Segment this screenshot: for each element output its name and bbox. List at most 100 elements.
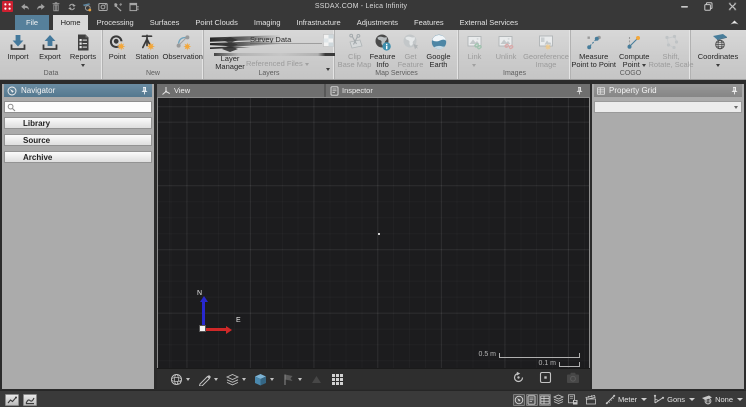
coordinates-button[interactable]: Coordinates: [693, 31, 743, 69]
dropdown-arrow-icon: [214, 378, 218, 381]
toggle-property-grid-button[interactable]: [539, 394, 551, 406]
layer-swatch-icon[interactable]: [323, 34, 334, 52]
angle-unit-selector[interactable]: Gons: [653, 394, 695, 405]
edit-tool[interactable]: [198, 373, 218, 386]
tab-point-clouds[interactable]: Point Clouds: [188, 15, 246, 30]
compute-point-button[interactable]: ComputePoint: [616, 31, 652, 69]
import-icon: [8, 33, 28, 53]
tab-view[interactable]: View: [157, 84, 324, 97]
reports-icon: [73, 33, 93, 53]
report-status-icon[interactable]: [566, 394, 579, 406]
status-quick-button-2[interactable]: [23, 394, 37, 406]
close-button[interactable]: [720, 0, 744, 13]
label: Station: [135, 52, 158, 61]
tab-external-services[interactable]: External Services: [452, 15, 525, 30]
google-earth-button[interactable]: GoogleEarth: [425, 31, 453, 69]
tab-imaging[interactable]: Imaging: [246, 15, 288, 30]
label: Referenced Files: [246, 59, 303, 68]
label: Rotate, Scale: [648, 60, 693, 69]
layers-icon: [226, 373, 239, 386]
zoom-extents-button[interactable]: [539, 371, 552, 389]
dropdown-arrow-icon: [81, 64, 85, 67]
navigator-title: Navigator: [21, 86, 140, 95]
new-station-icon: [137, 33, 157, 53]
georeference-image-button[interactable]: GeoreferenceImage: [523, 31, 570, 69]
toggle-inspector-button[interactable]: [526, 394, 538, 406]
tab-file[interactable]: File: [15, 15, 49, 30]
grid-toggle[interactable]: [331, 373, 344, 386]
navigator-item-source[interactable]: Source: [4, 134, 152, 146]
navigator-item-library[interactable]: Library: [4, 117, 152, 129]
navigator-search: [4, 101, 152, 113]
application-window: SSDAX.COM - Leica Infinity File Home Pro…: [0, 0, 746, 407]
view-orientation-tool[interactable]: [170, 373, 190, 386]
group-label-coordinates: [691, 69, 745, 79]
view-pin-icon[interactable]: [575, 86, 584, 95]
tab-features[interactable]: Features: [407, 15, 452, 30]
property-grid-panel: Property Grid: [592, 84, 744, 389]
tab-processing[interactable]: Processing: [89, 15, 141, 30]
dropdown-arrow-icon: [186, 378, 190, 381]
status-quick-button-1[interactable]: [5, 394, 19, 406]
navigator-item-archive[interactable]: Archive: [4, 151, 152, 163]
property-grid-header[interactable]: Property Grid: [594, 84, 742, 97]
pin-icon[interactable]: [140, 86, 149, 95]
measure-point-to-point-button[interactable]: MeasurePoint to Point: [571, 31, 616, 69]
minimize-button[interactable]: [672, 0, 696, 13]
north-axis-arrow: [202, 302, 205, 327]
label: Point: [109, 52, 126, 61]
reset-rotation-button[interactable]: [512, 371, 525, 389]
snap-tool[interactable]: [310, 373, 323, 386]
group-label-new: New: [103, 69, 203, 79]
shift-rotate-scale-button[interactable]: Shift,Rotate, Scale: [652, 31, 690, 69]
tab-infrastructure[interactable]: Infrastructure: [289, 15, 348, 30]
toggle-navigator-button[interactable]: [513, 394, 525, 406]
unlink-image-button[interactable]: Unlink: [490, 31, 523, 69]
ribbon-group-cogo: MeasurePoint to Point ComputePoint Shift…: [571, 30, 691, 79]
filter-tool[interactable]: [282, 373, 302, 386]
link-image-button[interactable]: Link: [460, 31, 490, 69]
import-button[interactable]: Import: [2, 31, 34, 69]
grid-icon: [331, 373, 344, 386]
tab-home[interactable]: Home: [53, 15, 88, 30]
referenced-files-dropdown[interactable]: Referenced Files: [246, 59, 309, 68]
export-button[interactable]: Export: [34, 31, 66, 69]
new-observation-button[interactable]: Observation: [162, 31, 203, 69]
screenshot-button[interactable]: [566, 371, 580, 389]
reports-button[interactable]: Reports: [66, 31, 100, 69]
navigator-header[interactable]: Navigator: [4, 84, 152, 97]
dropdown-arrow-icon: [305, 63, 309, 66]
layers-tool[interactable]: [226, 373, 246, 386]
pencil-box-icon: [198, 373, 211, 386]
link-image-icon: [465, 33, 485, 53]
get-feature-button[interactable]: GetFeature: [397, 31, 425, 69]
tab-inspector[interactable]: Inspector: [326, 84, 590, 97]
layer-manager-status-icon[interactable]: [552, 394, 565, 406]
movie-status-icon[interactable]: [585, 394, 598, 406]
collapse-ribbon-icon[interactable]: [730, 20, 739, 25]
new-station-button[interactable]: Station: [132, 31, 163, 69]
group-label-map-services: Map Services: [335, 69, 458, 79]
tab-surfaces[interactable]: Surfaces: [142, 15, 187, 30]
scale-label: 0.5 m: [478, 352, 496, 358]
ribbon-group-coordinates: Coordinates: [691, 30, 745, 79]
label: Export: [39, 52, 61, 61]
axis-indicator: N E: [194, 292, 254, 338]
property-selector-combo[interactable]: [594, 101, 742, 113]
crs-selector[interactable]: None: [701, 394, 743, 405]
3d-view-tool[interactable]: [254, 373, 274, 386]
group-label-cogo: COGO: [571, 69, 690, 79]
map-canvas[interactable]: N E 0.5 m 0.1 m: [157, 97, 590, 368]
label: Link: [468, 52, 482, 61]
tab-adjustments[interactable]: Adjustments: [349, 15, 405, 30]
distance-unit-selector[interactable]: Meter: [605, 394, 647, 405]
search-input[interactable]: [16, 102, 151, 112]
pin-icon[interactable]: [730, 86, 739, 95]
triangle-icon: [310, 373, 323, 386]
origin-point: [378, 233, 380, 235]
restore-button[interactable]: [696, 0, 720, 13]
ribbon: Import Export Reports Data: [0, 30, 746, 80]
new-point-button[interactable]: Point: [103, 31, 132, 69]
feature-info-button[interactable]: FeatureInfo: [369, 31, 397, 69]
clip-base-map-button[interactable]: ClipBase Map: [341, 31, 369, 69]
